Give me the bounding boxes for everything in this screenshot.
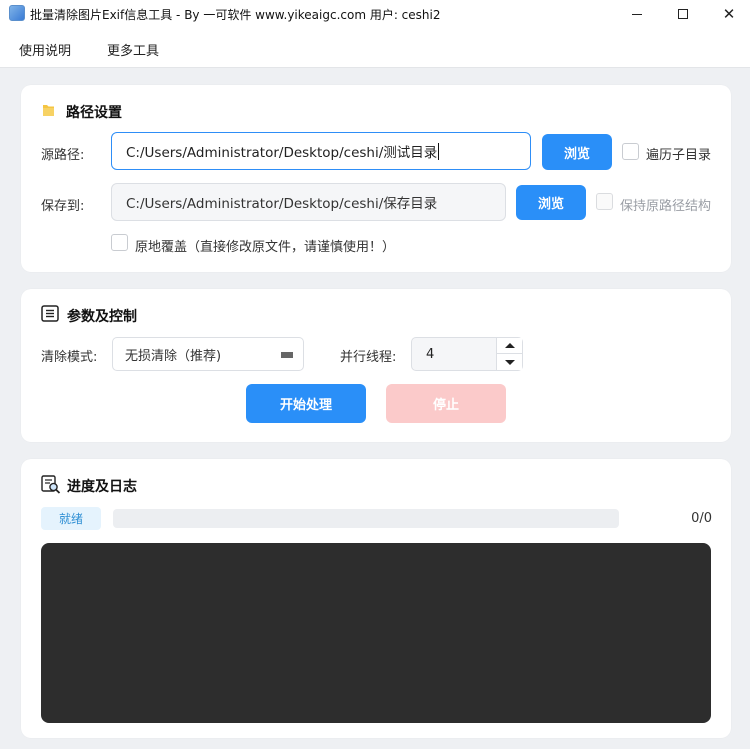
- spin-buttons: [496, 338, 522, 370]
- progress-bar: [113, 509, 619, 528]
- stop-button[interactable]: 停止: [386, 384, 506, 423]
- dropdown-icon: [281, 352, 293, 358]
- mode-label: 清除模式:: [41, 350, 98, 365]
- threads-label: 并行线程:: [340, 350, 397, 365]
- close-button[interactable]: ✕: [706, 0, 750, 28]
- close-icon: ✕: [722, 4, 736, 23]
- mode-select-value: 无损清除（推荐): [125, 348, 222, 364]
- spin-up-button[interactable]: [497, 338, 522, 354]
- text-caret: [438, 142, 440, 160]
- folder-icon: [43, 105, 54, 116]
- path-section-title: 路径设置: [66, 105, 122, 121]
- keep-structure-label: 保持原路径结构: [620, 199, 712, 214]
- app-icon: [9, 5, 25, 21]
- menu-item-help[interactable]: 使用说明: [19, 40, 71, 59]
- maximize-icon: [678, 9, 688, 19]
- source-path-value: C:/Users/Administrator/Desktop/ceshi/测试目…: [126, 145, 438, 161]
- window-title: 批量清除图片Exif信息工具 - By 一可软件 www.yikeaigc.co…: [30, 8, 441, 22]
- source-path-label: 源路径:: [41, 148, 85, 163]
- progress-count: 0/0: [691, 511, 712, 526]
- source-browse-button[interactable]: 浏览: [542, 134, 612, 170]
- save-browse-button[interactable]: 浏览: [516, 185, 586, 220]
- recurse-subdirs-label: 遍历子目录: [646, 148, 712, 163]
- log-output[interactable]: [41, 543, 711, 723]
- minimize-icon: [632, 13, 642, 15]
- progress-section-title: 进度及日志: [67, 479, 137, 495]
- title-bar: 批量清除图片Exif信息工具 - By 一可软件 www.yikeaigc.co…: [0, 0, 750, 28]
- spin-down-button[interactable]: [497, 354, 522, 370]
- menu-bar: 使用说明 更多工具: [0, 28, 750, 68]
- menu-item-more-tools[interactable]: 更多工具: [107, 40, 159, 59]
- arrow-down-icon: [504, 359, 515, 365]
- keep-structure-checkbox[interactable]: [596, 193, 613, 210]
- status-badge: 就绪: [41, 507, 101, 530]
- threads-spinbox[interactable]: 4: [411, 337, 523, 371]
- maximize-button[interactable]: [660, 0, 706, 28]
- params-section-title: 参数及控制: [67, 309, 137, 325]
- save-path-value: C:/Users/Administrator/Desktop/ceshi/保存目…: [126, 196, 438, 212]
- mode-select[interactable]: 无损清除（推荐): [112, 337, 304, 371]
- overwrite-checkbox[interactable]: [111, 234, 128, 251]
- start-button[interactable]: 开始处理: [246, 384, 366, 423]
- recurse-subdirs-checkbox[interactable]: [622, 143, 639, 160]
- threads-value: 4: [426, 346, 435, 362]
- arrow-up-icon: [504, 343, 515, 348]
- save-path-label: 保存到:: [41, 199, 85, 214]
- source-path-input[interactable]: C:/Users/Administrator/Desktop/ceshi/测试目…: [111, 132, 531, 170]
- minimize-button[interactable]: [614, 0, 660, 28]
- save-path-input[interactable]: C:/Users/Administrator/Desktop/ceshi/保存目…: [111, 183, 506, 221]
- overwrite-label: 原地覆盖（直接修改原文件，请谨慎使用！）: [135, 240, 396, 255]
- list-icon: [41, 305, 59, 322]
- log-search-icon: [41, 475, 61, 494]
